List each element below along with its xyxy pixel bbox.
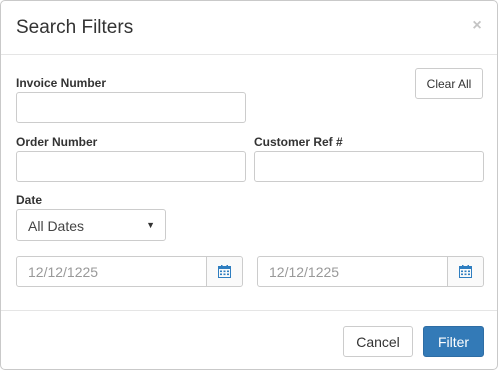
- date-to-field[interactable]: 12/12/1225: [257, 256, 484, 287]
- date-from-value: 12/12/1225: [28, 264, 99, 280]
- order-number-label: Order Number: [16, 135, 98, 149]
- filter-button[interactable]: Filter: [423, 326, 484, 357]
- clear-all-button[interactable]: Clear All: [415, 68, 483, 99]
- date-to-calendar-button[interactable]: [447, 257, 483, 286]
- search-filters-modal: Search Filters × Clear All Invoice Numbe…: [0, 0, 498, 370]
- date-range-selected: All Dates: [28, 218, 85, 234]
- modal-title: Search Filters: [16, 17, 134, 38]
- customer-ref-input[interactable]: [254, 151, 484, 182]
- order-number-input[interactable]: [16, 151, 246, 182]
- modal-footer: Cancel Filter: [1, 310, 497, 369]
- date-range-select[interactable]: All Dates ▼: [16, 209, 166, 241]
- date-from-field[interactable]: 12/12/1225: [16, 256, 243, 287]
- customer-ref-label: Customer Ref #: [254, 135, 343, 149]
- close-button[interactable]: ×: [470, 18, 484, 34]
- cancel-button[interactable]: Cancel: [343, 326, 413, 357]
- date-to-value: 12/12/1225: [269, 264, 340, 280]
- date-from-calendar-button[interactable]: [206, 257, 242, 286]
- date-label: Date: [16, 193, 43, 207]
- chevron-down-icon: ▼: [146, 220, 155, 230]
- invoice-number-label: Invoice Number: [16, 76, 107, 90]
- invoice-number-input[interactable]: [16, 92, 246, 123]
- calendar-icon: [459, 265, 472, 278]
- modal-header: Search Filters ×: [1, 1, 497, 55]
- calendar-icon: [218, 265, 231, 278]
